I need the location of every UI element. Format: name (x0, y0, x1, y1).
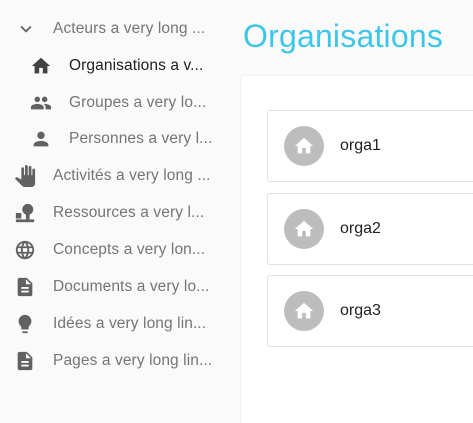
organisation-card[interactable]: orga1 (267, 110, 473, 182)
people-icon (29, 91, 53, 115)
sidebar-item-personnes[interactable]: Personnes a very l... (29, 121, 221, 157)
sidebar-item-label: Personnes a very l... (69, 130, 213, 147)
globe-icon (13, 238, 37, 262)
home-icon (284, 126, 324, 166)
organisation-name: orga3 (340, 302, 381, 319)
person-icon (29, 127, 53, 151)
organisation-card[interactable]: orga3 (267, 275, 473, 347)
sidebar-item-acteurs[interactable]: Acteurs a very long ... (14, 11, 224, 47)
home-icon (284, 209, 324, 249)
home-icon (284, 291, 324, 331)
hand-icon (13, 164, 37, 188)
sidebar-item-label: Activités a very long ... (53, 167, 211, 184)
document-icon (13, 275, 37, 299)
sidebar-item-label: Ressources a very l... (53, 204, 205, 221)
sidebar-item-label: Pages a very long lin... (53, 352, 213, 369)
lightbulb-icon (13, 312, 37, 336)
sidebar-item-label: Acteurs a very long ... (53, 20, 206, 37)
resource-icon (13, 201, 37, 225)
organisation-name: orga1 (340, 137, 381, 154)
sidebar-item-groupes[interactable]: Groupes a very lo... (29, 85, 219, 121)
page-icon (13, 349, 37, 373)
organisation-name: orga2 (340, 220, 381, 237)
sidebar-item-label: Groupes a very lo... (69, 94, 207, 111)
sidebar-item-label: Organisations a v... (69, 57, 204, 74)
sidebar-item-label: Documents a very lo... (53, 278, 210, 295)
sidebar-item-activites[interactable]: Activités a very long ... (13, 158, 223, 194)
sidebar-item-label: Concepts a very lon... (53, 241, 206, 258)
sidebar-item-pages[interactable]: Pages a very long lin... (13, 343, 223, 379)
sidebar-item-label: Idées a very long lin... (53, 315, 207, 332)
organisation-card[interactable]: orga2 (267, 193, 473, 265)
home-icon (29, 54, 53, 78)
sidebar-item-ressources[interactable]: Ressources a very l... (13, 195, 221, 231)
sidebar: Acteurs a very long ... Organisations a … (0, 0, 240, 423)
sidebar-item-concepts[interactable]: Concepts a very lon... (13, 232, 219, 268)
sidebar-item-organisations[interactable]: Organisations a v... (29, 48, 219, 84)
sidebar-item-documents[interactable]: Documents a very lo... (13, 269, 221, 305)
sidebar-item-idees[interactable]: Idées a very long lin... (13, 306, 219, 342)
page-title: Organisations (243, 18, 444, 54)
chevron-down-icon (14, 17, 38, 41)
